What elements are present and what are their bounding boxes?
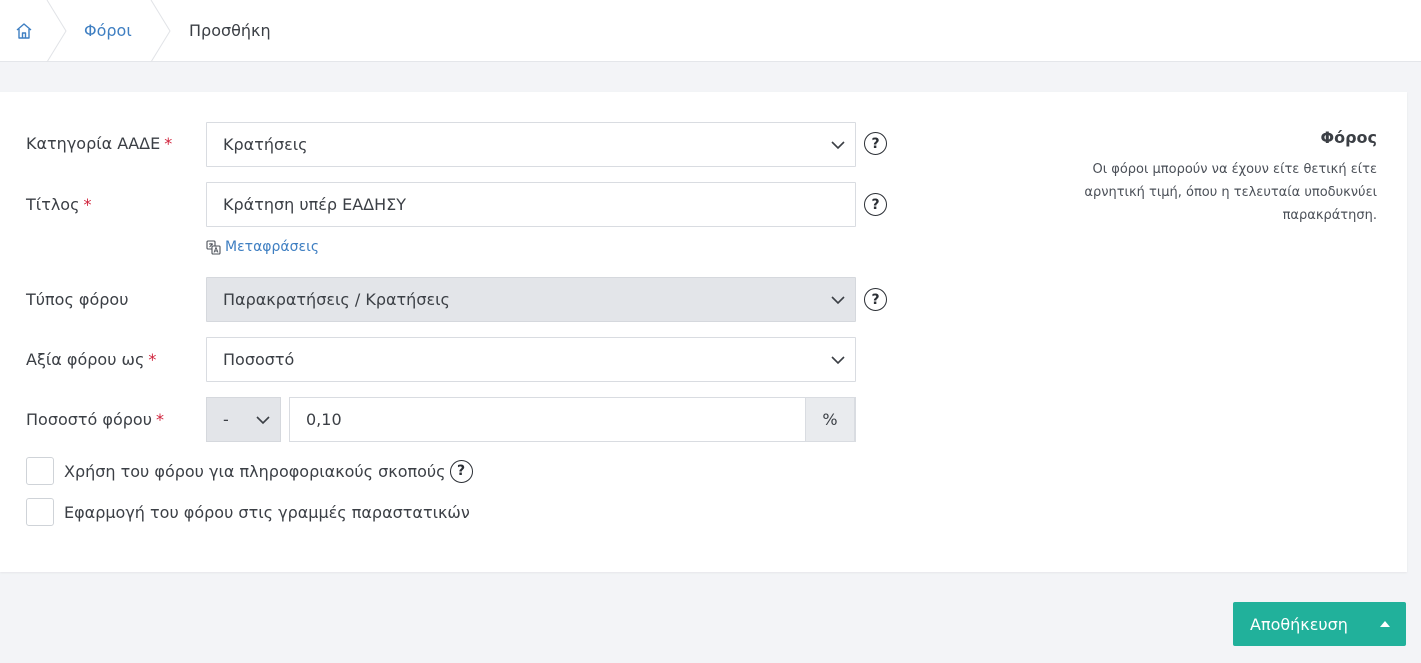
- help-icon[interactable]: ?: [864, 288, 887, 311]
- translate-icon: [206, 239, 221, 255]
- percent-addon: %: [805, 397, 855, 442]
- informational-checkbox-label[interactable]: Χρήση του φόρου για πληροφοριακούς σκοπο…: [64, 462, 446, 481]
- info-title: Φόρος: [1320, 128, 1377, 147]
- breadcrumb-separator: [46, 0, 67, 62]
- chevron-down-icon: [831, 356, 845, 365]
- informational-checkbox[interactable]: [26, 457, 54, 485]
- tax-type-select[interactable]: Παρακρατήσεις / Κρατήσεις: [206, 277, 856, 322]
- breadcrumb-item-taxes[interactable]: Φόροι: [84, 0, 132, 61]
- chevron-down-icon: [831, 296, 845, 305]
- chevron-down-icon: [256, 416, 270, 425]
- info-text: Οι φόροι μπορούν να έχουν είτε θετική εί…: [1084, 162, 1377, 223]
- tax-type-label: Τύπος φόρου: [26, 290, 129, 309]
- category-select[interactable]: Κρατήσεις: [206, 122, 856, 167]
- required-mark: *: [164, 134, 173, 153]
- informational-checkbox-row: Χρήση του φόρου για πληροφοριακούς σκοπο…: [26, 457, 473, 485]
- sign-select[interactable]: -: [206, 397, 281, 442]
- apply-lines-checkbox-row: Εφαρμογή του φόρου στις γραμμές παραστατ…: [26, 498, 470, 526]
- caret-up-icon[interactable]: [1380, 621, 1390, 627]
- value-as-label: Αξία φόρου ως *: [26, 350, 157, 369]
- required-mark: *: [155, 410, 164, 429]
- percentage-label: Ποσοστό φόρου *: [26, 410, 164, 429]
- required-mark: *: [83, 195, 92, 214]
- category-label: Κατηγορία ΑΑΔΕ *: [26, 134, 173, 153]
- breadcrumb-separator: [150, 0, 171, 62]
- required-mark: *: [148, 350, 157, 369]
- breadcrumb: Φόροι Προσθήκη: [0, 0, 1421, 62]
- home-icon: [16, 22, 32, 39]
- value-as-select[interactable]: Ποσοστό: [206, 337, 856, 382]
- help-icon[interactable]: ?: [864, 193, 887, 216]
- apply-lines-checkbox[interactable]: [26, 498, 54, 526]
- breadcrumb-item-add: Προσθήκη: [189, 21, 271, 40]
- help-icon[interactable]: ?: [449, 459, 473, 483]
- tax-form-card: Κατηγορία ΑΑΔΕ * Κρατήσεις ? Τίτλος * Κράτ…: [0, 92, 1407, 572]
- help-icon[interactable]: ?: [864, 132, 887, 155]
- title-label: Τίτλος *: [26, 195, 92, 214]
- percentage-input[interactable]: 0,10 %: [289, 397, 856, 442]
- chevron-down-icon: [831, 141, 845, 150]
- breadcrumb-home[interactable]: [0, 0, 48, 61]
- apply-lines-checkbox-label[interactable]: Εφαρμογή του φόρου στις γραμμές παραστατ…: [64, 503, 470, 522]
- translations-link[interactable]: Μεταφράσεις: [206, 239, 319, 255]
- save-button[interactable]: Αποθήκευση: [1233, 602, 1406, 646]
- title-input[interactable]: Κράτηση υπέρ ΕΑΔΗΣΥ: [206, 182, 856, 227]
